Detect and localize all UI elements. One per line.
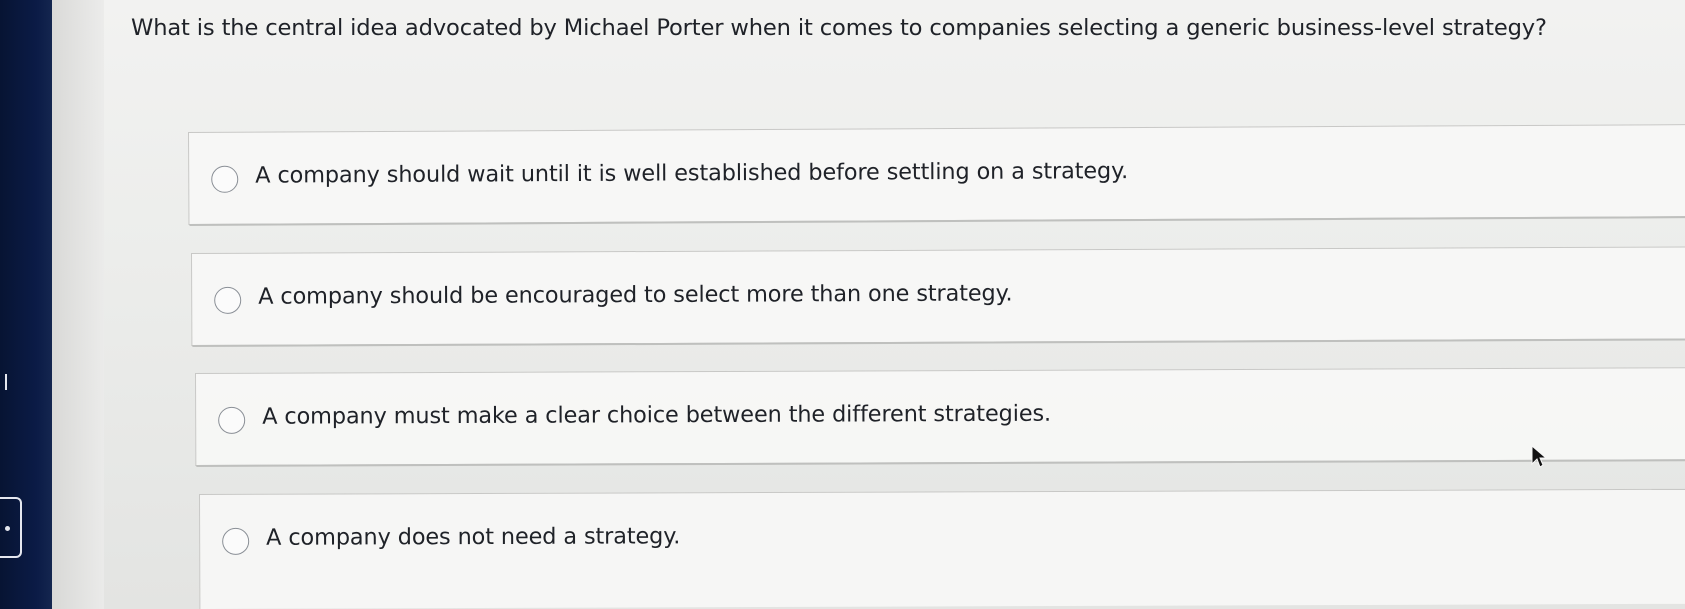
- answer-option-1[interactable]: A company should wait until it is well e…: [188, 123, 1685, 225]
- answer-option-3[interactable]: A company must make a clear choice betwe…: [195, 367, 1685, 466]
- radio-button-icon[interactable]: [218, 406, 246, 434]
- quiz-question-panel: What is the central idea advocated by Mi…: [52, 0, 1685, 609]
- quiz-screen: What is the central idea advocated by Mi…: [0, 0, 1685, 609]
- answer-option-label: A company must make a clear choice betwe…: [262, 400, 1052, 430]
- sidebar-toggle-button[interactable]: [0, 497, 22, 558]
- answer-option-4[interactable]: A company does not need a strategy.: [199, 488, 1685, 609]
- question-text: What is the central idea advocated by Mi…: [131, 15, 1547, 41]
- answer-option-2[interactable]: A company should be encouraged to select…: [191, 246, 1685, 346]
- radio-button-icon[interactable]: [214, 286, 242, 314]
- answer-option-label: A company should wait until it is well e…: [255, 158, 1129, 189]
- answer-option-label: A company does not need a strategy.: [266, 523, 681, 551]
- sidebar-edge-marker: [5, 374, 7, 390]
- radio-button-icon[interactable]: [211, 165, 239, 193]
- radio-button-icon[interactable]: [222, 527, 250, 555]
- left-sidebar-edge: [0, 0, 52, 609]
- answer-option-label: A company should be encouraged to select…: [258, 280, 1013, 310]
